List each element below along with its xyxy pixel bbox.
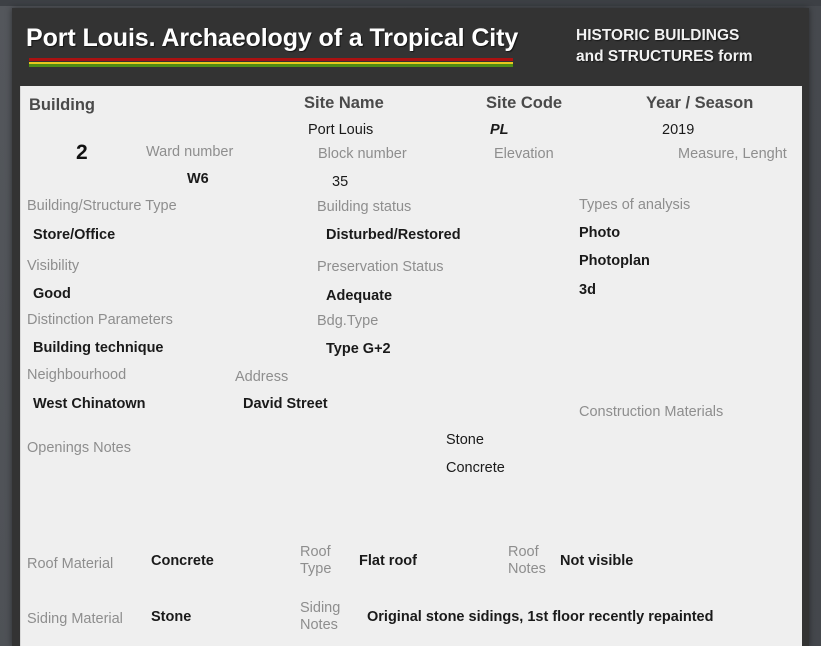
- field-neighbourhood-value: West Chinatown: [33, 396, 146, 412]
- field-site-name-value: Port Louis: [308, 122, 374, 138]
- rule-stripe-green: [29, 64, 513, 67]
- field-distinction-parameters-label: Distinction Parameters: [27, 312, 173, 328]
- field-bdg-type-value: Type G+2: [326, 341, 391, 357]
- field-types-of-analysis-label: Types of analysis: [579, 197, 691, 213]
- column-header-year-season: Year / Season: [646, 94, 754, 112]
- field-roof-type-label: Roof Type: [300, 544, 342, 578]
- desktop-top-shade: [0, 0, 821, 6]
- field-roof-notes-label-line-2: Notes: [508, 561, 546, 577]
- page-title: Port Louis. Archaeology of a Tropical Ci…: [26, 24, 519, 52]
- field-measure-length-label: Measure, Lenght: [678, 146, 787, 162]
- form-type-heading: HISTORIC BUILDINGS and STRUCTURES form: [576, 25, 806, 67]
- form-sheet: Building Site Name Site Code Year / Seas…: [20, 86, 802, 646]
- field-siding-material-value: Stone: [151, 609, 192, 625]
- presentation-panel: Port Louis. Archaeology of a Tropical Ci…: [12, 8, 809, 646]
- column-header-building: Building: [29, 96, 95, 114]
- field-siding-notes-label-line-1: Siding: [300, 600, 341, 616]
- field-visibility-value: Good: [33, 286, 71, 302]
- field-construction-materials-item-1: Stone: [446, 432, 484, 448]
- field-roof-notes-value: Not visible: [560, 553, 634, 569]
- field-openings-notes-label: Openings Notes: [27, 440, 131, 456]
- field-siding-notes-label-line-2: Notes: [300, 617, 338, 633]
- field-building-structure-type-label: Building/Structure Type: [27, 198, 177, 214]
- field-year-season-value: 2019: [662, 122, 695, 138]
- field-roof-type-label-line-1: Roof: [300, 544, 331, 560]
- field-roof-notes-label: Roof Notes: [508, 544, 553, 578]
- field-building-status-label: Building status: [317, 199, 412, 215]
- field-block-number-value: 35: [332, 174, 349, 190]
- field-construction-materials-label: Construction Materials: [579, 404, 724, 420]
- field-siding-notes-value: Original stone sidings, 1st floor recent…: [367, 609, 714, 625]
- field-types-of-analysis-item-1: Photo: [579, 225, 621, 241]
- field-address-label: Address: [235, 369, 289, 385]
- field-roof-notes-label-line-1: Roof: [508, 544, 539, 560]
- field-roof-material-label: Roof Material: [27, 556, 114, 572]
- field-preservation-status-label: Preservation Status: [317, 259, 444, 275]
- field-ward-number-label: Ward number: [146, 144, 234, 160]
- field-elevation-label: Elevation: [494, 146, 554, 162]
- field-roof-type-label-line-2: Type: [300, 561, 332, 577]
- column-header-site-code: Site Code: [486, 94, 563, 112]
- field-building-structure-type-value: Store/Office: [33, 227, 116, 243]
- field-construction-materials-item-2: Concrete: [446, 460, 505, 476]
- field-building-number-value: 2: [76, 141, 88, 164]
- field-neighbourhood-label: Neighbourhood: [27, 367, 127, 383]
- field-siding-material-label: Siding Material: [27, 611, 123, 627]
- form-type-line-2: and STRUCTURES form: [576, 48, 753, 65]
- field-types-of-analysis-item-3: 3d: [579, 282, 596, 298]
- field-roof-type-value: Flat roof: [359, 553, 417, 569]
- field-preservation-status-value: Adequate: [326, 288, 393, 304]
- field-address-value: David Street: [243, 396, 328, 412]
- field-building-status-value: Disturbed/Restored: [326, 227, 461, 243]
- slide-background: Port Louis. Archaeology of a Tropical Ci…: [0, 0, 821, 646]
- field-distinction-parameters-value: Building technique: [33, 340, 164, 356]
- field-types-of-analysis-item-2: Photoplan: [579, 253, 650, 269]
- field-ward-number-value: W6: [187, 171, 209, 187]
- title-underline-rule: [29, 58, 513, 67]
- form-type-line-1: HISTORIC BUILDINGS: [576, 27, 740, 44]
- field-siding-notes-label: Siding Notes: [300, 600, 352, 634]
- field-visibility-label: Visibility: [27, 258, 80, 274]
- column-header-site-name: Site Name: [304, 94, 384, 112]
- field-site-code-value: PL: [490, 122, 509, 138]
- title-band: Port Louis. Archaeology of a Tropical Ci…: [12, 8, 809, 81]
- field-bdg-type-label: Bdg.Type: [317, 313, 379, 329]
- field-block-number-label: Block number: [318, 146, 407, 162]
- field-roof-material-value: Concrete: [151, 553, 214, 569]
